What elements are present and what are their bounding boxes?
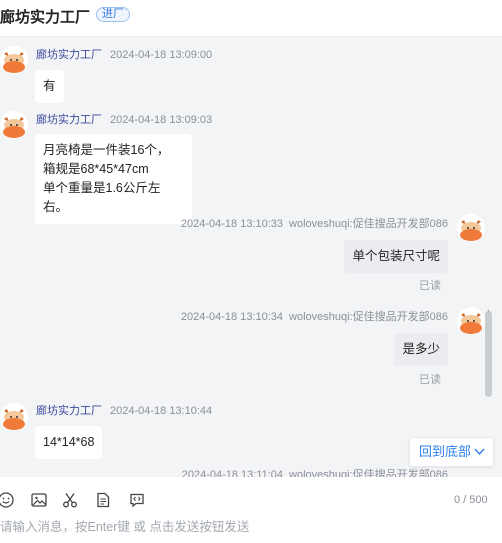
- avatar[interactable]: [457, 214, 485, 242]
- message-time: 2024-04-18 13:09:00: [110, 49, 213, 61]
- cow-avatar-icon: [457, 307, 485, 335]
- jump-to-bottom-label: 回到底部: [419, 444, 472, 459]
- sender-name: woloveshuqi:促佳搜品开发部086: [289, 218, 448, 230]
- message-meta: 廊坊实力工厂 2024-04-18 13:09:03: [36, 111, 212, 127]
- chat-header: 廊坊实力工厂 进厂: [0, 0, 502, 37]
- scissors-icon[interactable]: [61, 491, 79, 509]
- message-time: 2024-04-18 13:10:44: [110, 405, 213, 417]
- scrollbar-thumb[interactable]: [485, 311, 492, 397]
- chat-title: 廊坊实力工厂: [0, 9, 91, 26]
- character-count: 0 / 500: [454, 494, 488, 506]
- message-bubble[interactable]: 月亮椅是一件装16个， 箱规是68*45*47cm 单个重量是1.6公斤左右。: [35, 134, 192, 224]
- avatar[interactable]: [0, 111, 28, 139]
- document-icon[interactable]: [94, 491, 112, 509]
- message-bubble[interactable]: 单个包装尺寸呢: [344, 240, 448, 273]
- avatar[interactable]: [0, 46, 28, 74]
- message-meta: 2024-04-18 13:11:04 woloveshuqi:促佳搜品开发部08…: [182, 466, 448, 477]
- sender-name: woloveshuqi:促佳搜品开发部086: [289, 311, 448, 323]
- message-bubble[interactable]: 是多少: [394, 333, 448, 366]
- message-bubble[interactable]: 14*14*68: [35, 426, 103, 459]
- jump-to-bottom-button[interactable]: 回到底部: [409, 437, 494, 467]
- message-list[interactable]: 廊坊实力工厂 2024-04-18 13:09:00 有 廊坊实力工厂 2024-0…: [0, 37, 502, 477]
- chevron-down-icon: [474, 438, 485, 477]
- sender-name: 廊坊实力工厂: [36, 405, 102, 417]
- cow-avatar-icon: [457, 214, 485, 242]
- emoji-icon[interactable]: [0, 491, 15, 509]
- message-time: 2024-04-18 13:10:33: [180, 218, 284, 230]
- avatar[interactable]: [457, 307, 485, 335]
- cow-avatar-icon: [0, 46, 28, 74]
- sender-name: woloveshuqi:促佳搜品开发部086: [289, 469, 448, 477]
- message-input[interactable]: [0, 517, 420, 537]
- message-time: 2024-04-18 13:11:04: [181, 469, 284, 477]
- message-time: 2024-04-18 13:09:03: [110, 114, 213, 126]
- message-meta: 2024-04-18 13:10:34 woloveshuqi:促佳搜品开发部08…: [181, 308, 448, 324]
- message-time: 2024-04-18 13:10:34: [180, 311, 284, 323]
- message-meta: 廊坊实力工厂 2024-04-18 13:09:00: [36, 46, 212, 62]
- avatar[interactable]: [0, 403, 28, 431]
- cow-avatar-icon: [0, 403, 28, 431]
- enter-factory-badge[interactable]: 进厂: [96, 7, 130, 22]
- cow-avatar-icon: [0, 111, 28, 139]
- sender-name: 廊坊实力工厂: [36, 49, 102, 61]
- quick-reply-icon[interactable]: [128, 491, 146, 509]
- message-meta: 廊坊实力工厂 2024-04-18 13:10:44: [36, 402, 212, 418]
- read-status: 已读: [419, 374, 441, 386]
- message-bubble[interactable]: 有: [35, 70, 64, 103]
- sender-name: 廊坊实力工厂: [36, 114, 102, 126]
- message-meta: 2024-04-18 13:10:33 woloveshuqi:促佳搜品开发部08…: [181, 215, 448, 231]
- composer: 0 / 500: [0, 477, 502, 543]
- read-status: 已读: [419, 280, 441, 292]
- image-icon[interactable]: [30, 491, 48, 509]
